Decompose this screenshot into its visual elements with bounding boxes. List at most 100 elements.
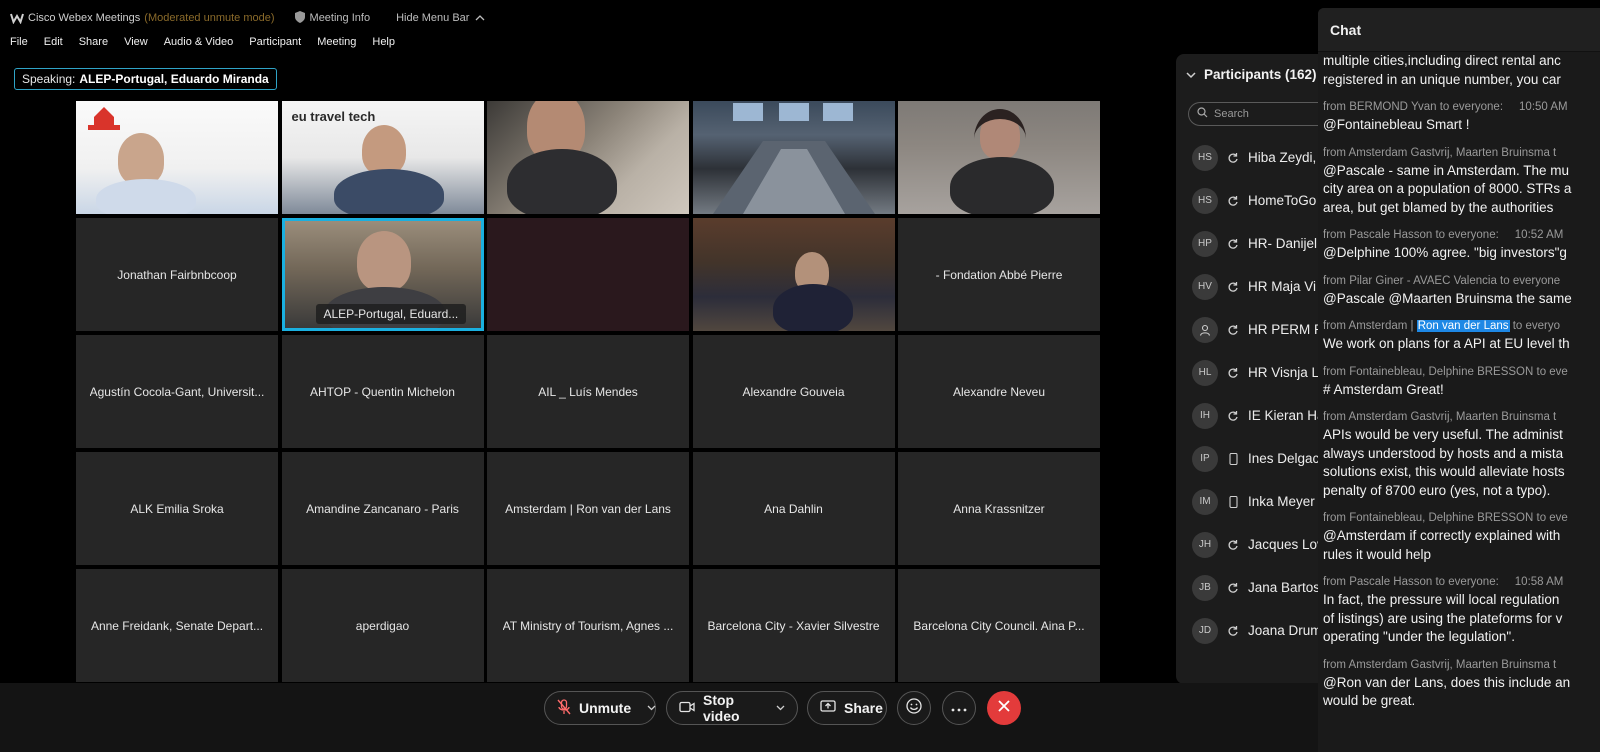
more-options-button[interactable] (942, 691, 976, 725)
participant-body (950, 157, 1054, 214)
participant-tile[interactable]: Anna Krassnitzer (898, 452, 1100, 565)
chat-message: from Amsterdam Gastvrij, Maarten Bruinsm… (1323, 408, 1600, 500)
participant-row[interactable]: HS HomeToGo (1176, 179, 1318, 222)
participant-tile[interactable]: Amandine Zancanaro - Paris (281, 452, 484, 565)
video-tile[interactable] (487, 218, 689, 331)
participant-row[interactable]: IP Ines Delgac (1176, 437, 1318, 480)
message-line: operating "under the legulation". (1323, 629, 1515, 644)
message-line: @Pascale @Maarten Bruinsma the same (1323, 290, 1572, 306)
phone-icon (1226, 495, 1240, 508)
chat-messages[interactable]: multiple cities,including direct rental … (1318, 52, 1600, 711)
video-tile[interactable] (76, 101, 278, 214)
participant-row[interactable]: HR PERM R (1176, 308, 1318, 351)
participant-tile[interactable]: Agustín Cocola-Gant, Universit... (76, 335, 278, 448)
participants-list: HS Hiba Zeydi, HS HomeToGo HP HR- Danije… (1176, 136, 1318, 652)
sync-icon (1226, 625, 1240, 637)
participant-name: Joana Drum (1248, 623, 1318, 638)
message-line: city area on a population of 8000. STRs … (1323, 181, 1572, 196)
message-time: 10:58 AM (1514, 576, 1564, 588)
sync-icon (1226, 410, 1240, 422)
hide-menu-bar-button[interactable]: Hide Menu Bar (396, 12, 485, 24)
participant-name: Amandine Zancanaro - Paris (306, 501, 459, 516)
participant-row[interactable]: JH Jacques Lov (1176, 523, 1318, 566)
participant-tile[interactable]: Jonathan Fairbnbcoop (76, 218, 278, 331)
participant-tile[interactable]: AT Ministry of Tourism, Agnes ... (487, 569, 689, 682)
message-sender: from Pascale Hasson to everyone: (1323, 229, 1499, 241)
participant-tile[interactable]: aperdigao (281, 569, 484, 682)
participant-row[interactable]: JD Joana Drum (1176, 609, 1318, 652)
menu-file[interactable]: File (10, 36, 28, 52)
message-line: @Ron van der Lans, does this include an (1323, 674, 1571, 690)
participant-row[interactable]: HV HR Maja Vi (1176, 265, 1318, 308)
participant-row[interactable]: HL HR Visnja L (1176, 351, 1318, 394)
participant-tile[interactable]: AHTOP - Quentin Michelon (281, 335, 484, 448)
message-meta: from Fontainebleau, Delphine BRESSON to … (1323, 363, 1600, 381)
participant-row[interactable]: HP HR- Danijel (1176, 222, 1318, 265)
chevron-down-icon[interactable] (647, 702, 656, 714)
video-tile[interactable] (487, 101, 689, 214)
participant-row[interactable]: IM Inka Meyer (1176, 480, 1318, 523)
participant-tile[interactable]: Ana Dahlin (692, 452, 895, 565)
participant-tile[interactable]: Amsterdam | Ron van der Lans (487, 452, 689, 565)
message-meta: from BERMOND Yvan to everyone: 10:50 AM (1323, 98, 1600, 116)
stop-video-button[interactable]: Stop video (666, 691, 798, 725)
menu-share[interactable]: Share (79, 36, 108, 52)
unmute-button[interactable]: Unmute (544, 691, 656, 725)
participants-panel: Participants (162) Search HS Hiba Zeydi,… (1176, 54, 1318, 684)
message-sender-suffix: to everyo (1509, 320, 1561, 332)
menu-help[interactable]: Help (372, 36, 395, 52)
participant-tile[interactable]: Alexandre Gouveia (692, 335, 895, 448)
participant-tile[interactable]: Alexandre Neveu (898, 335, 1100, 448)
menu-participant[interactable]: Participant (249, 36, 301, 52)
video-tile[interactable] (692, 218, 895, 331)
chevron-down-icon[interactable] (776, 702, 785, 714)
chat-message: from BERMOND Yvan to everyone: 10:50 AM @… (1323, 98, 1600, 135)
participant-name: Amsterdam | Ron van der Lans (505, 501, 671, 516)
participant-name: AHTOP - Quentin Michelon (310, 384, 455, 399)
meeting-info-button[interactable]: Meeting Info (294, 10, 370, 26)
message-line: solutions exist, this would alleviate ho… (1323, 464, 1565, 479)
chat-message: from Fontainebleau, Delphine BRESSON to … (1323, 509, 1600, 564)
participant-name: - Fondation Abbé Pierre (935, 267, 1063, 282)
participant-row[interactable]: JB Jana Bartos (1176, 566, 1318, 609)
house-logo-icon (88, 107, 120, 130)
share-button[interactable]: Share (807, 691, 887, 725)
avatar: HS (1192, 187, 1218, 214)
menu-edit[interactable]: Edit (44, 36, 63, 52)
menu-audio-video[interactable]: Audio & Video (164, 36, 234, 52)
participant-tile[interactable]: Barcelona City Council. Aina P... (898, 569, 1100, 682)
video-tile[interactable]: eu travel tech (281, 101, 484, 214)
participant-name: Jonathan Fairbnbcoop (117, 267, 237, 282)
reactions-button[interactable] (897, 691, 931, 725)
selected-text-highlight[interactable]: Ron van der Lans (1416, 320, 1510, 332)
chat-title: Chat (1330, 21, 1362, 38)
close-icon (998, 699, 1010, 717)
participant-name: Inka Meyer (1248, 494, 1315, 509)
participant-row[interactable]: HS Hiba Zeydi, (1176, 136, 1318, 179)
participant-tile[interactable]: - Fondation Abbé Pierre (898, 218, 1100, 331)
video-grid: eu travel tech Jonathan Fairbnbcoop ALEP… (76, 101, 1101, 683)
moderated-mode-label: (Moderated unmute mode) (144, 12, 275, 24)
message-line: always understood by hosts and a mista (1323, 445, 1564, 461)
avatar: HS (1192, 144, 1218, 171)
menu-view[interactable]: View (124, 36, 148, 52)
participant-tile[interactable]: AIL _ Luís Mendes (487, 335, 689, 448)
participant-name: aperdigao (355, 618, 410, 633)
message-line: In fact, the pressure will local regulat… (1323, 592, 1560, 607)
participant-row[interactable]: IH IE Kieran Ha (1176, 394, 1318, 437)
participants-search-input[interactable]: Search (1188, 102, 1318, 126)
smiley-icon (905, 697, 923, 720)
participant-tile[interactable]: Barcelona City - Xavier Silvestre (692, 569, 895, 682)
video-tile[interactable] (692, 101, 895, 214)
active-speaker-tile[interactable]: ALEP-Portugal, Eduard... (281, 218, 484, 331)
participant-name: Ana Dahlin (764, 501, 823, 516)
leave-meeting-button[interactable] (987, 691, 1021, 725)
participants-header[interactable]: Participants (162) (1176, 54, 1318, 94)
participant-name: Hiba Zeydi, (1248, 150, 1317, 165)
menu-meeting[interactable]: Meeting (317, 36, 356, 52)
video-tile[interactable] (898, 101, 1100, 214)
participant-tile[interactable]: ALK Emilia Sroka (76, 452, 278, 565)
more-dots-icon (951, 699, 967, 717)
participant-tile[interactable]: Anne Freidank, Senate Depart... (76, 569, 278, 682)
avatar: JH (1192, 531, 1218, 558)
